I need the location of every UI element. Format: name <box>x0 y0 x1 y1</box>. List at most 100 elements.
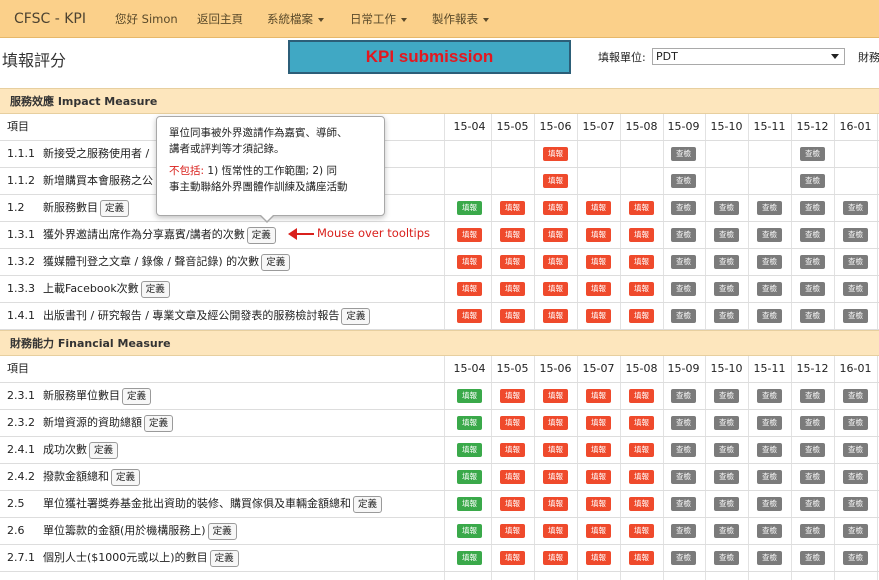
submit-badge[interactable]: 填報 <box>457 497 482 511</box>
check-badge[interactable]: 查檢 <box>843 470 868 484</box>
check-badge[interactable]: 查檢 <box>757 524 782 538</box>
submit-badge[interactable]: 填報 <box>500 524 525 538</box>
submit-badge[interactable]: 填報 <box>543 282 568 296</box>
submit-badge[interactable]: 填報 <box>586 389 611 403</box>
submit-badge[interactable]: 填報 <box>543 255 568 269</box>
check-badge[interactable]: 查檢 <box>757 201 782 215</box>
submit-badge[interactable]: 填報 <box>457 416 482 430</box>
submit-badge[interactable]: 填報 <box>629 524 654 538</box>
check-badge[interactable]: 查檢 <box>714 389 739 403</box>
check-badge[interactable]: 查檢 <box>757 389 782 403</box>
check-badge[interactable]: 查檢 <box>757 497 782 511</box>
check-badge[interactable]: 查檢 <box>800 443 825 457</box>
check-badge[interactable]: 查檢 <box>671 389 696 403</box>
check-badge[interactable]: 查檢 <box>671 174 696 188</box>
check-badge[interactable]: 查檢 <box>714 524 739 538</box>
check-badge[interactable]: 查檢 <box>800 551 825 565</box>
submit-badge[interactable]: 填報 <box>629 497 654 511</box>
submit-badge[interactable]: 填報 <box>543 228 568 242</box>
define-button[interactable]: 定義 <box>122 387 152 405</box>
define-button[interactable]: 定義 <box>207 522 237 540</box>
check-badge[interactable]: 查檢 <box>671 470 696 484</box>
check-badge[interactable]: 查檢 <box>843 416 868 430</box>
submit-badge[interactable]: 填報 <box>500 443 525 457</box>
submit-badge[interactable]: 填報 <box>543 201 568 215</box>
check-badge[interactable]: 查檢 <box>843 282 868 296</box>
nav-reports-menu[interactable]: 製作報表 <box>432 0 489 38</box>
check-badge[interactable]: 查檢 <box>757 416 782 430</box>
submit-badge[interactable]: 填報 <box>586 416 611 430</box>
check-badge[interactable]: 查檢 <box>757 443 782 457</box>
submit-badge[interactable]: 填報 <box>586 443 611 457</box>
define-button[interactable]: 定義 <box>89 441 119 459</box>
check-badge[interactable]: 查檢 <box>714 470 739 484</box>
define-button[interactable]: 定義 <box>209 549 239 567</box>
submit-badge[interactable]: 填報 <box>457 228 482 242</box>
submit-badge[interactable]: 填報 <box>500 416 525 430</box>
submit-badge[interactable]: 填報 <box>629 389 654 403</box>
define-button[interactable]: 定義 <box>341 307 371 325</box>
check-badge[interactable]: 查檢 <box>671 282 696 296</box>
check-badge[interactable]: 查檢 <box>800 282 825 296</box>
check-badge[interactable]: 查檢 <box>757 309 782 323</box>
submit-badge[interactable]: 填報 <box>586 309 611 323</box>
submit-badge[interactable]: 填報 <box>457 255 482 269</box>
submit-badge[interactable]: 填報 <box>629 255 654 269</box>
submit-badge[interactable]: 填報 <box>543 497 568 511</box>
check-badge[interactable]: 查檢 <box>757 470 782 484</box>
define-button[interactable]: 定義 <box>111 468 141 486</box>
check-badge[interactable]: 查檢 <box>714 416 739 430</box>
check-badge[interactable]: 查檢 <box>800 497 825 511</box>
submit-badge[interactable]: 填報 <box>543 389 568 403</box>
submit-badge[interactable]: 填報 <box>543 309 568 323</box>
submit-badge[interactable]: 填報 <box>457 524 482 538</box>
check-badge[interactable]: 查檢 <box>843 228 868 242</box>
submit-badge[interactable]: 填報 <box>586 228 611 242</box>
check-badge[interactable]: 查檢 <box>800 524 825 538</box>
submit-badge[interactable]: 填報 <box>500 470 525 484</box>
check-badge[interactable]: 查檢 <box>757 551 782 565</box>
check-badge[interactable]: 查檢 <box>800 389 825 403</box>
submit-badge[interactable]: 填報 <box>586 255 611 269</box>
submit-badge[interactable]: 填報 <box>500 201 525 215</box>
check-badge[interactable]: 查檢 <box>843 551 868 565</box>
check-badge[interactable]: 查檢 <box>757 282 782 296</box>
submit-badge[interactable]: 填報 <box>457 389 482 403</box>
check-badge[interactable]: 查檢 <box>671 524 696 538</box>
check-badge[interactable]: 查檢 <box>671 551 696 565</box>
check-badge[interactable]: 查檢 <box>843 389 868 403</box>
check-badge[interactable]: 查檢 <box>800 255 825 269</box>
check-badge[interactable]: 查檢 <box>714 497 739 511</box>
submit-badge[interactable]: 填報 <box>457 551 482 565</box>
submit-badge[interactable]: 填報 <box>543 416 568 430</box>
submit-badge[interactable]: 填報 <box>457 201 482 215</box>
check-badge[interactable]: 查檢 <box>843 255 868 269</box>
submit-badge[interactable]: 填報 <box>629 201 654 215</box>
check-badge[interactable]: 查檢 <box>843 524 868 538</box>
check-badge[interactable]: 查檢 <box>671 147 696 161</box>
submit-badge[interactable]: 填報 <box>500 309 525 323</box>
check-badge[interactable]: 查檢 <box>714 255 739 269</box>
nav-home-link[interactable]: 返回主頁 <box>197 0 243 38</box>
check-badge[interactable]: 查檢 <box>843 443 868 457</box>
define-button[interactable]: 定義 <box>353 495 383 513</box>
check-badge[interactable]: 查檢 <box>671 255 696 269</box>
submit-badge[interactable]: 填報 <box>543 174 568 188</box>
check-badge[interactable]: 查檢 <box>671 228 696 242</box>
submit-badge[interactable]: 填報 <box>629 228 654 242</box>
check-badge[interactable]: 查檢 <box>757 228 782 242</box>
submit-badge[interactable]: 填報 <box>586 470 611 484</box>
submit-badge[interactable]: 填報 <box>586 282 611 296</box>
submit-badge[interactable]: 填報 <box>457 282 482 296</box>
submit-badge[interactable]: 填報 <box>500 255 525 269</box>
check-badge[interactable]: 查檢 <box>800 309 825 323</box>
check-badge[interactable]: 查檢 <box>800 147 825 161</box>
check-badge[interactable]: 查檢 <box>800 416 825 430</box>
submit-badge[interactable]: 填報 <box>586 201 611 215</box>
check-badge[interactable]: 查檢 <box>843 497 868 511</box>
submit-badge[interactable]: 填報 <box>586 551 611 565</box>
check-badge[interactable]: 查檢 <box>714 228 739 242</box>
check-badge[interactable]: 查檢 <box>800 228 825 242</box>
submit-badge[interactable]: 填報 <box>457 470 482 484</box>
define-button[interactable]: 定義 <box>140 280 170 298</box>
